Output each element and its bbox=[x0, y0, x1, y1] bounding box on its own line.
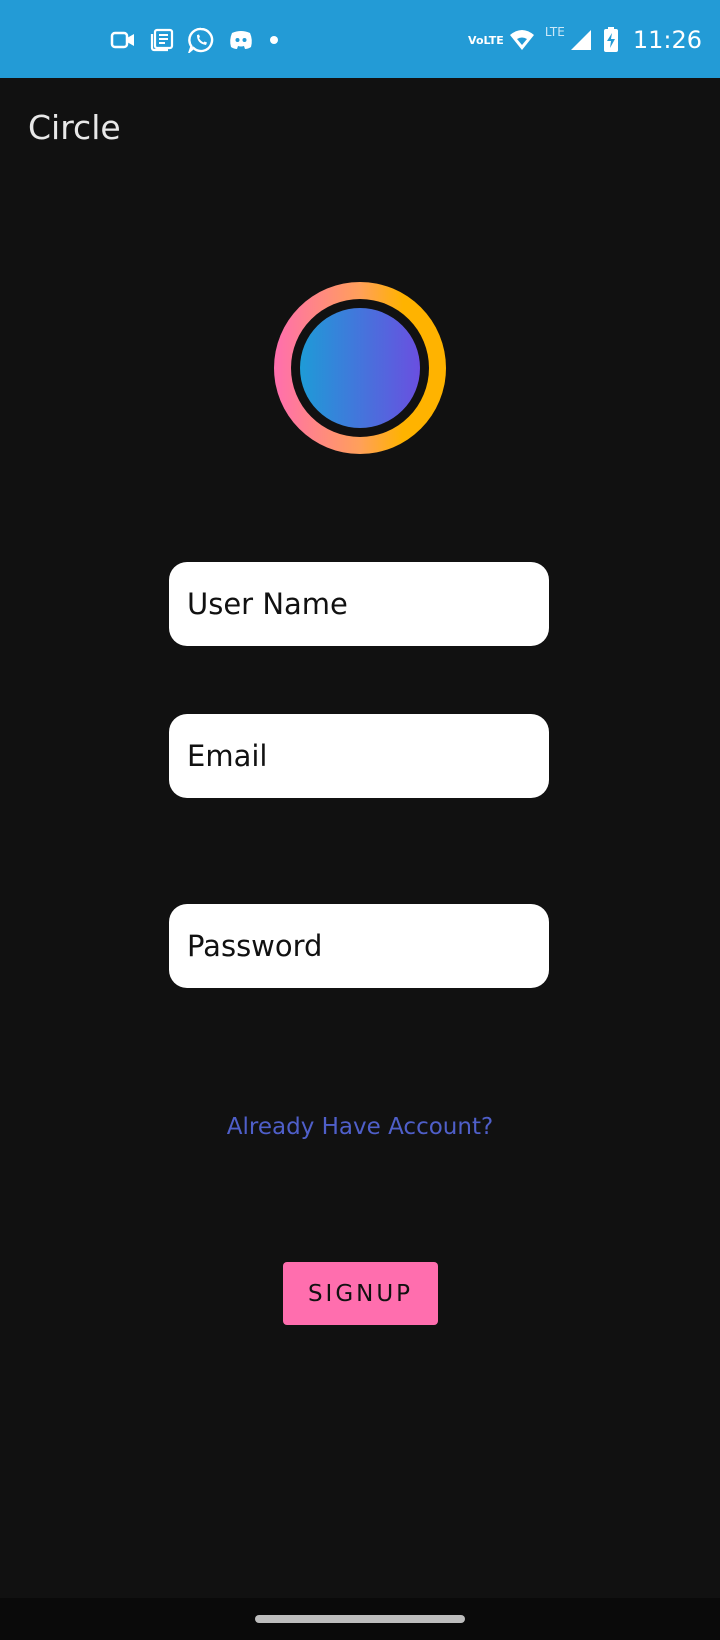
volte-icon: Vo LTE bbox=[468, 35, 504, 46]
wifi-icon bbox=[509, 28, 535, 52]
status-bar: Vo LTE LTE 11:26 bbox=[0, 0, 720, 78]
circle-logo-icon bbox=[272, 280, 448, 456]
home-gesture-handle[interactable] bbox=[255, 1615, 465, 1623]
signal-icon bbox=[569, 28, 593, 52]
volte-label-top: Vo bbox=[468, 33, 484, 47]
already-have-account-link[interactable]: Already Have Account? bbox=[0, 1114, 720, 1140]
battery-charging-icon bbox=[603, 27, 619, 53]
email-input[interactable] bbox=[169, 714, 549, 798]
password-input[interactable] bbox=[169, 904, 549, 988]
discord-icon bbox=[228, 28, 254, 52]
signup-button[interactable]: SIGNUP bbox=[283, 1262, 438, 1325]
status-time: 11:26 bbox=[632, 26, 702, 54]
app-title: Circle bbox=[28, 108, 121, 147]
news-icon bbox=[150, 28, 174, 52]
notification-icons bbox=[110, 24, 280, 56]
volte-label-bottom: LTE bbox=[483, 33, 504, 47]
signup-screen: Vo LTE LTE 11:26 Circle User Name Email … bbox=[0, 0, 720, 1640]
notification-dot-icon bbox=[268, 34, 280, 46]
video-camera-icon bbox=[110, 29, 136, 51]
username-input[interactable] bbox=[169, 562, 549, 646]
system-icons: Vo LTE LTE 11:26 bbox=[468, 20, 702, 60]
network-type-label: LTE bbox=[544, 25, 565, 39]
whatsapp-icon bbox=[188, 27, 214, 53]
navigation-bar bbox=[0, 1598, 720, 1640]
